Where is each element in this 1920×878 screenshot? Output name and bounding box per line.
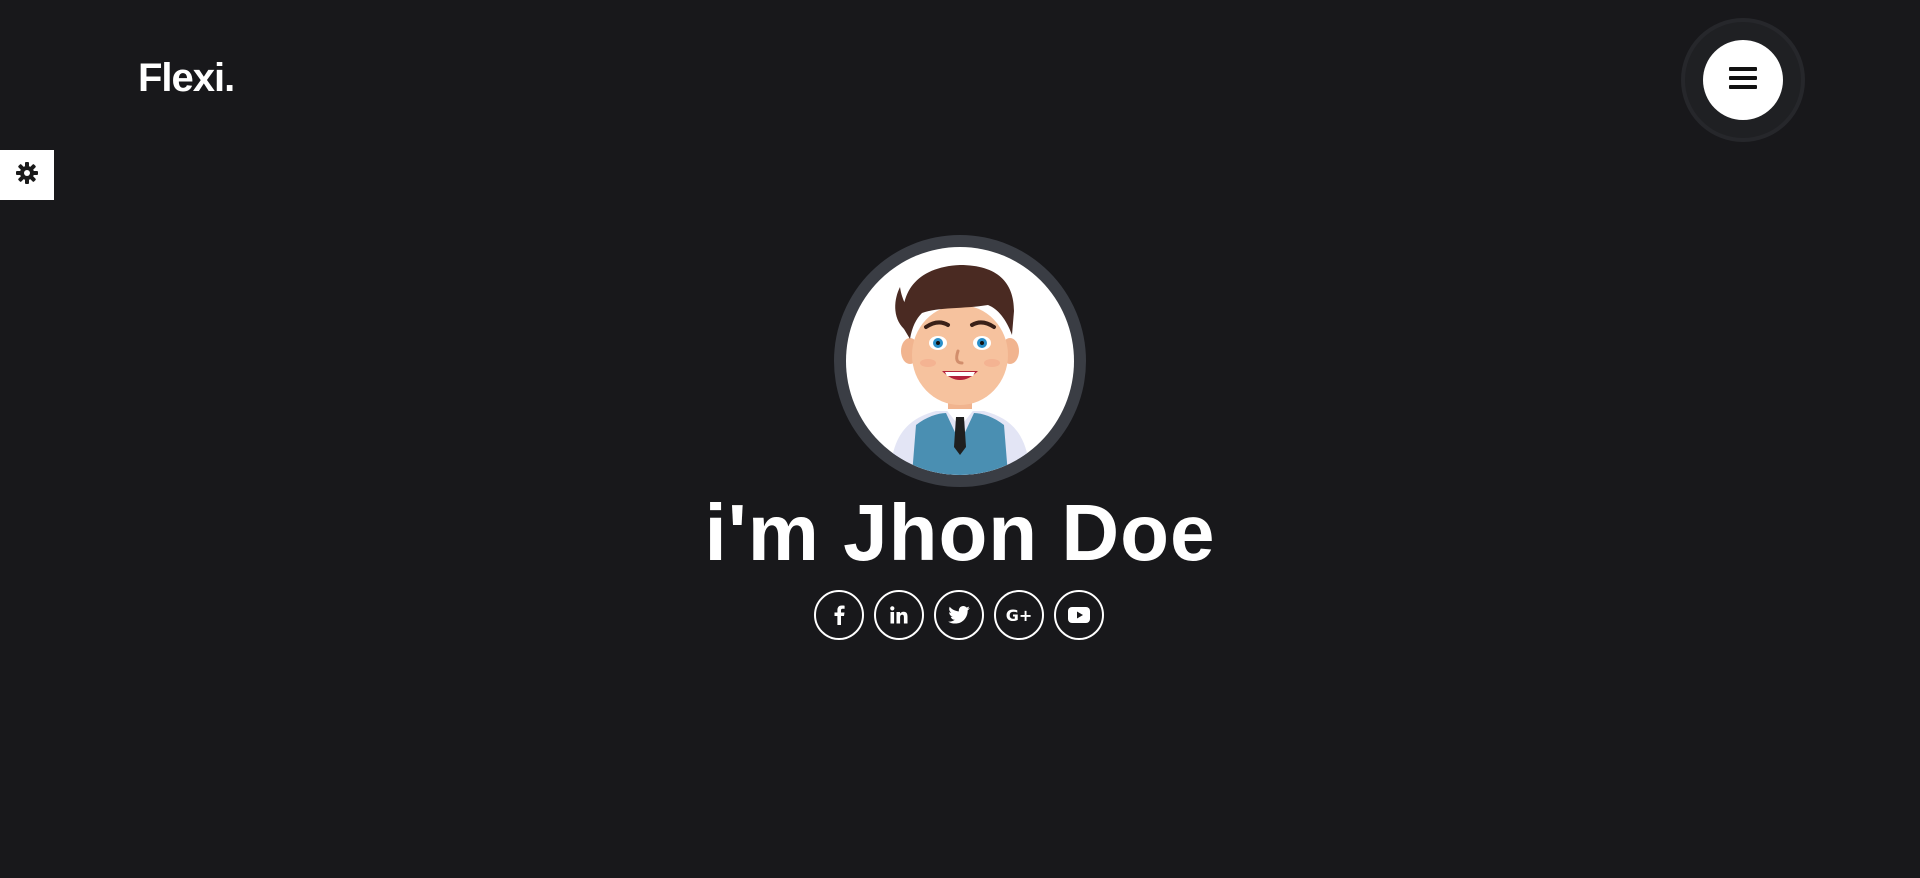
avatar: [846, 247, 1074, 475]
google-plus-icon: G+: [1005, 605, 1033, 625]
gear-icon: [15, 161, 39, 190]
site-logo[interactable]: Flexi.: [138, 56, 235, 101]
twitter-link[interactable]: [934, 590, 984, 640]
twitter-icon: [948, 606, 970, 624]
social-links: G+: [814, 590, 1104, 640]
cartoon-man-avatar: [890, 265, 1030, 475]
youtube-link[interactable]: [1054, 590, 1104, 640]
page: Flexi. i'm Jhon Doe G+: [0, 0, 1920, 878]
facebook-icon: [833, 605, 845, 625]
linkedin-icon: [890, 606, 908, 624]
settings-toggle-button[interactable]: [0, 150, 54, 200]
facebook-link[interactable]: [814, 590, 864, 640]
linkedin-link[interactable]: [874, 590, 924, 640]
hero-title: i'm Jhon Doe: [704, 488, 1216, 577]
hamburger-icon: [1729, 66, 1757, 95]
menu-button[interactable]: [1703, 40, 1783, 120]
google-plus-link[interactable]: G+: [994, 590, 1044, 640]
youtube-icon: [1068, 607, 1090, 623]
